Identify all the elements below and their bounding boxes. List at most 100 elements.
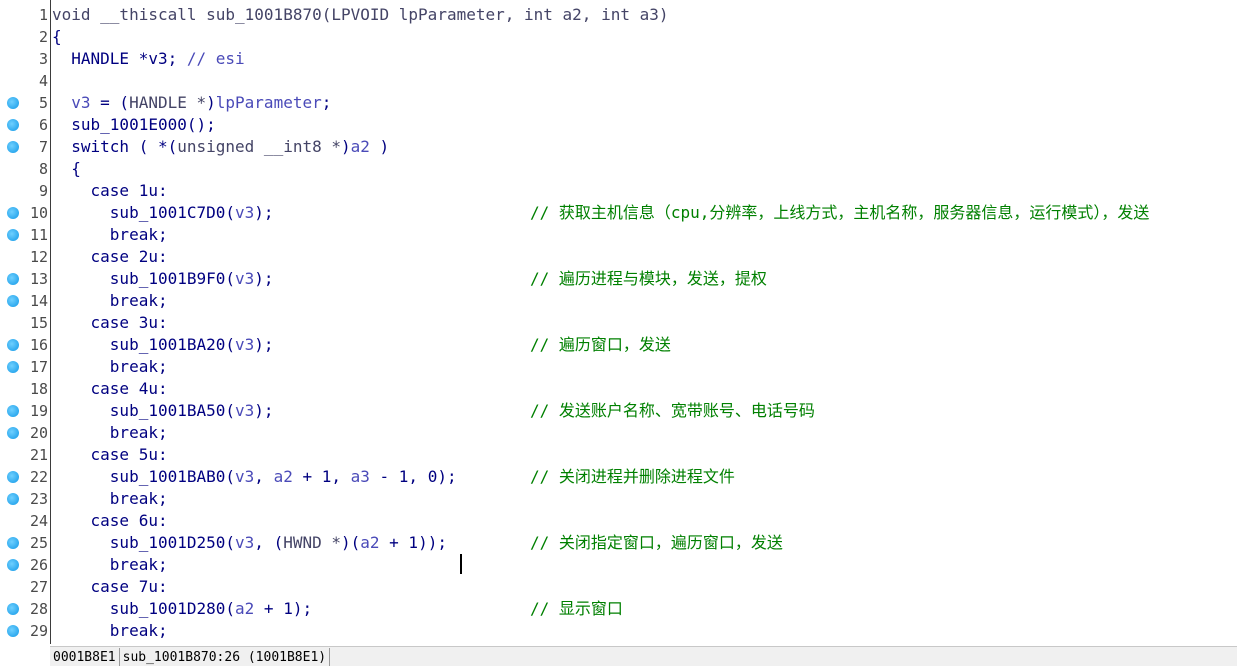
- code-text[interactable]: break;: [52, 290, 168, 312]
- gutter-line[interactable]: 3: [0, 48, 50, 70]
- code-text[interactable]: break;: [52, 620, 168, 642]
- breakpoint-dot-icon[interactable]: [7, 141, 19, 153]
- breakpoint-dot-icon[interactable]: [7, 537, 19, 549]
- breakpoint-dot-icon[interactable]: [7, 97, 19, 109]
- code-line[interactable]: case 1u:: [52, 180, 1237, 202]
- breakpoint-dot-icon[interactable]: [7, 295, 19, 307]
- code-line[interactable]: [52, 70, 1237, 92]
- code-line[interactable]: case 4u:: [52, 378, 1237, 400]
- gutter-line[interactable]: 12: [0, 246, 50, 268]
- code-line[interactable]: break;: [52, 422, 1237, 444]
- code-text[interactable]: sub_1001D250(v3, (HWND *)(a2 + 1));: [52, 532, 447, 554]
- breakpoint-dot-icon[interactable]: [7, 471, 19, 483]
- breakpoint-dot-icon[interactable]: [7, 361, 19, 373]
- gutter-line[interactable]: 28: [0, 598, 50, 620]
- gutter-line[interactable]: 17: [0, 356, 50, 378]
- gutter-line[interactable]: 20: [0, 422, 50, 444]
- breakpoint-dot-icon[interactable]: [7, 427, 19, 439]
- code-text[interactable]: case 2u:: [52, 246, 168, 268]
- code-text[interactable]: break;: [52, 422, 168, 444]
- gutter-line[interactable]: 21: [0, 444, 50, 466]
- code-line[interactable]: HANDLE *v3; // esi: [52, 48, 1237, 70]
- code-text[interactable]: break;: [52, 224, 168, 246]
- code-line[interactable]: case 7u:: [52, 576, 1237, 598]
- code-text[interactable]: break;: [52, 488, 168, 510]
- gutter-line[interactable]: 8: [0, 158, 50, 180]
- code-line[interactable]: break;: [52, 488, 1237, 510]
- code-text[interactable]: case 4u:: [52, 378, 168, 400]
- code-line[interactable]: sub_1001D280(a2 + 1); // 显示窗口: [52, 598, 1237, 620]
- code-line[interactable]: break;: [52, 554, 1237, 576]
- breakpoint-dot-icon[interactable]: [7, 273, 19, 285]
- code-text[interactable]: {: [52, 158, 81, 180]
- code-text[interactable]: sub_1001D280(a2 + 1);: [52, 598, 312, 620]
- code-line[interactable]: void __thiscall sub_1001B870(LPVOID lpPa…: [52, 4, 1237, 26]
- code-text[interactable]: {: [52, 26, 62, 48]
- gutter-line[interactable]: 2: [0, 26, 50, 48]
- code-text[interactable]: switch ( *(unsigned __int8 *)a2 ): [52, 136, 389, 158]
- code-line[interactable]: break;: [52, 224, 1237, 246]
- code-line[interactable]: sub_1001C7D0(v3); // 获取主机信息（cpu,分辨率，上线方式，…: [52, 202, 1237, 224]
- gutter-line[interactable]: 18: [0, 378, 50, 400]
- code-area[interactable]: void __thiscall sub_1001B870(LPVOID lpPa…: [52, 4, 1237, 642]
- gutter-line[interactable]: 10: [0, 202, 50, 224]
- code-line[interactable]: sub_1001E000();: [52, 114, 1237, 136]
- breakpoint-dot-icon[interactable]: [7, 603, 19, 615]
- code-text[interactable]: case 3u:: [52, 312, 168, 334]
- breakpoint-dot-icon[interactable]: [7, 119, 19, 131]
- code-text[interactable]: case 6u:: [52, 510, 168, 532]
- line-number-gutter[interactable]: 1 2 3 4 5 6 7 8 9 10 11 12 13 14 15 16 17 18 19 20 21 22 23 24 2…: [0, 4, 50, 642]
- code-text[interactable]: HANDLE *v3; // esi: [52, 48, 244, 70]
- breakpoint-dot-icon[interactable]: [7, 559, 19, 571]
- gutter-line[interactable]: 22: [0, 466, 50, 488]
- code-text[interactable]: sub_1001E000();: [52, 114, 216, 136]
- gutter-line[interactable]: 7: [0, 136, 50, 158]
- breakpoint-dot-icon[interactable]: [7, 493, 19, 505]
- code-line[interactable]: switch ( *(unsigned __int8 *)a2 ): [52, 136, 1237, 158]
- code-text[interactable]: break;: [52, 554, 168, 576]
- code-line[interactable]: case 2u:: [52, 246, 1237, 268]
- code-line[interactable]: sub_1001D250(v3, (HWND *)(a2 + 1)); // 关闭…: [52, 532, 1237, 554]
- breakpoint-dot-icon[interactable]: [7, 339, 19, 351]
- code-line[interactable]: case 3u:: [52, 312, 1237, 334]
- gutter-line[interactable]: 4: [0, 70, 50, 92]
- gutter-line[interactable]: 14: [0, 290, 50, 312]
- gutter-line[interactable]: 1: [0, 4, 50, 26]
- code-line[interactable]: sub_1001B9F0(v3); // 遍历进程与模块，发送，提权: [52, 268, 1237, 290]
- code-line[interactable]: {: [52, 158, 1237, 180]
- code-text[interactable]: v3 = (HANDLE *)lpParameter;: [52, 92, 331, 114]
- gutter-line[interactable]: 11: [0, 224, 50, 246]
- code-line[interactable]: break;: [52, 290, 1237, 312]
- code-line[interactable]: {: [52, 26, 1237, 48]
- gutter-line[interactable]: 23: [0, 488, 50, 510]
- gutter-line[interactable]: 25: [0, 532, 50, 554]
- code-text[interactable]: sub_1001BA20(v3);: [52, 334, 274, 356]
- code-text[interactable]: break;: [52, 356, 168, 378]
- code-text[interactable]: sub_1001B9F0(v3);: [52, 268, 274, 290]
- gutter-line[interactable]: 19: [0, 400, 50, 422]
- code-text[interactable]: case 7u:: [52, 576, 168, 598]
- code-line[interactable]: sub_1001BAB0(v3, a2 + 1, a3 - 1, 0); // 关…: [52, 466, 1237, 488]
- breakpoint-dot-icon[interactable]: [7, 207, 19, 219]
- code-line[interactable]: sub_1001BA20(v3); // 遍历窗口，发送: [52, 334, 1237, 356]
- code-text[interactable]: sub_1001BA50(v3);: [52, 400, 274, 422]
- code-line[interactable]: break;: [52, 620, 1237, 642]
- code-line[interactable]: v3 = (HANDLE *)lpParameter;: [52, 92, 1237, 114]
- code-text[interactable]: case 5u:: [52, 444, 168, 466]
- gutter-line[interactable]: 13: [0, 268, 50, 290]
- code-line[interactable]: case 5u:: [52, 444, 1237, 466]
- gutter-line[interactable]: 9: [0, 180, 50, 202]
- gutter-line[interactable]: 16: [0, 334, 50, 356]
- code-line[interactable]: sub_1001BA50(v3); // 发送账户名称、宽带账号、电话号码: [52, 400, 1237, 422]
- gutter-line[interactable]: 29: [0, 620, 50, 642]
- gutter-line[interactable]: 24: [0, 510, 50, 532]
- breakpoint-dot-icon[interactable]: [7, 405, 19, 417]
- gutter-line[interactable]: 26: [0, 554, 50, 576]
- code-line[interactable]: break;: [52, 356, 1237, 378]
- code-text[interactable]: void __thiscall sub_1001B870(LPVOID lpPa…: [52, 4, 669, 26]
- pseudocode-editor[interactable]: 1 2 3 4 5 6 7 8 9 10 11 12 13 14 15 16 17 18 19 20 21 22 23 24 2…: [0, 0, 1237, 666]
- code-text[interactable]: sub_1001C7D0(v3);: [52, 202, 274, 224]
- gutter-line[interactable]: 15: [0, 312, 50, 334]
- code-text[interactable]: case 1u:: [52, 180, 168, 202]
- breakpoint-dot-icon[interactable]: [7, 625, 19, 637]
